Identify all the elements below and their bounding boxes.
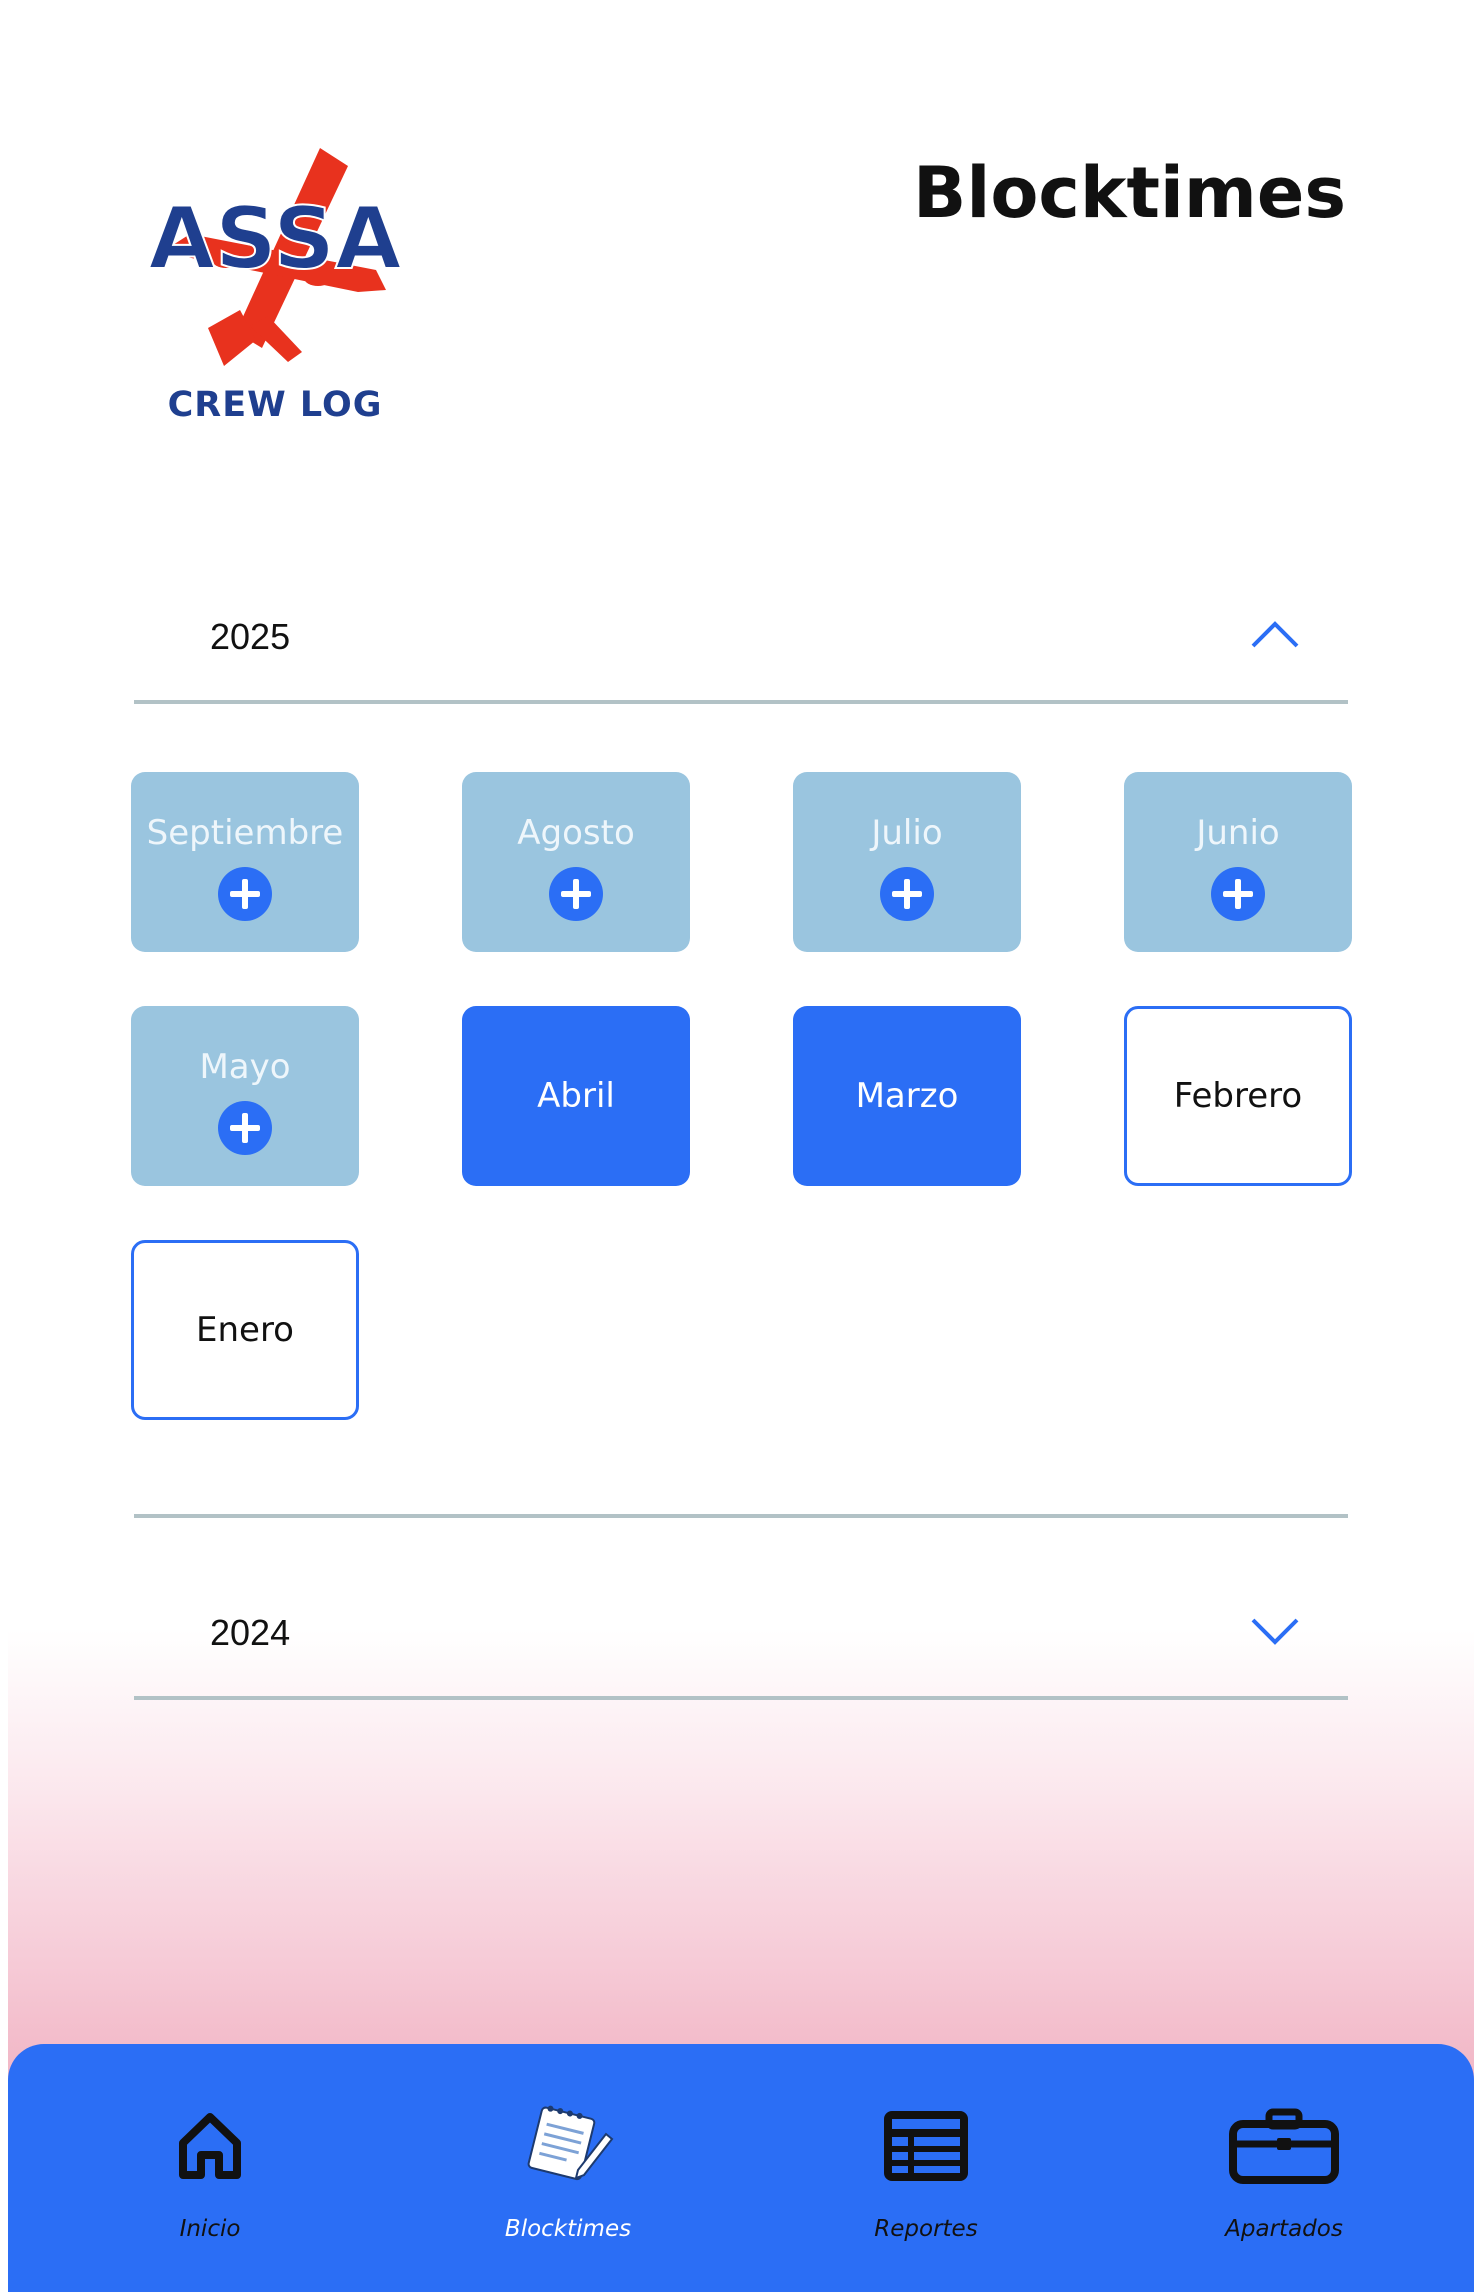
section-divider <box>134 1514 1348 1518</box>
logo-caption: CREW LOG <box>167 385 383 425</box>
month-label: Agosto <box>517 813 635 853</box>
month-tile-julio[interactable]: Julio <box>793 772 1021 952</box>
year-header-2025[interactable]: 2025 <box>134 600 1348 704</box>
year-header-2024[interactable]: 2024 <box>134 1596 1348 1700</box>
bottom-navigation: Inicio Blocktimes Reportes Apartados <box>8 2044 1474 2292</box>
month-label: Julio <box>871 813 943 853</box>
nav-label: Blocktimes <box>504 2216 632 2242</box>
chevron-down-icon[interactable] <box>1250 1612 1300 1648</box>
plus-circle-icon[interactable] <box>549 867 603 921</box>
month-tile-mayo[interactable]: Mayo <box>131 1006 359 1186</box>
month-label: Febrero <box>1173 1076 1303 1116</box>
month-tile-marzo[interactable]: Marzo <box>793 1006 1021 1186</box>
nav-item-apartados[interactable]: Apartados <box>1164 2104 1404 2274</box>
page-title: Blocktimes <box>912 152 1346 234</box>
month-label: Junio <box>1196 813 1280 853</box>
month-label: Enero <box>196 1310 294 1350</box>
year-label: 2024 <box>210 1612 291 1653</box>
home-icon <box>179 2113 241 2179</box>
month-label: Marzo <box>855 1076 959 1116</box>
month-label: Septiembre <box>146 813 344 853</box>
month-label: Abril <box>537 1076 615 1116</box>
month-tile-agosto[interactable]: Agosto <box>462 772 690 952</box>
plus-circle-icon[interactable] <box>218 1101 272 1155</box>
month-label: Mayo <box>199 1047 291 1087</box>
nav-label: Apartados <box>1225 2216 1343 2242</box>
nav-item-inicio[interactable]: Inicio <box>90 2104 330 2274</box>
month-tile-abril[interactable]: Abril <box>462 1006 690 1186</box>
plus-circle-icon[interactable] <box>218 867 272 921</box>
nav-item-reportes[interactable]: Reportes <box>806 2104 1046 2274</box>
month-tile-febrero[interactable]: Febrero <box>1124 1006 1352 1186</box>
briefcase-icon <box>1229 2108 1339 2184</box>
chevron-up-icon[interactable] <box>1250 616 1300 652</box>
notepad-pencil-icon <box>527 2105 614 2181</box>
plus-circle-icon[interactable] <box>880 867 934 921</box>
month-tile-junio[interactable]: Junio <box>1124 772 1352 952</box>
plus-circle-icon[interactable] <box>1211 867 1265 921</box>
nav-label: Inicio <box>179 2216 241 2242</box>
month-tile-septiembre[interactable]: Septiembre <box>131 772 359 952</box>
table-icon <box>884 2111 968 2181</box>
nav-label: Reportes <box>874 2216 978 2242</box>
month-tile-enero[interactable]: Enero <box>131 1240 359 1420</box>
nav-item-blocktimes[interactable]: Blocktimes <box>448 2104 688 2274</box>
logo-text: ASSA <box>150 189 400 289</box>
year-label: 2025 <box>210 616 291 657</box>
